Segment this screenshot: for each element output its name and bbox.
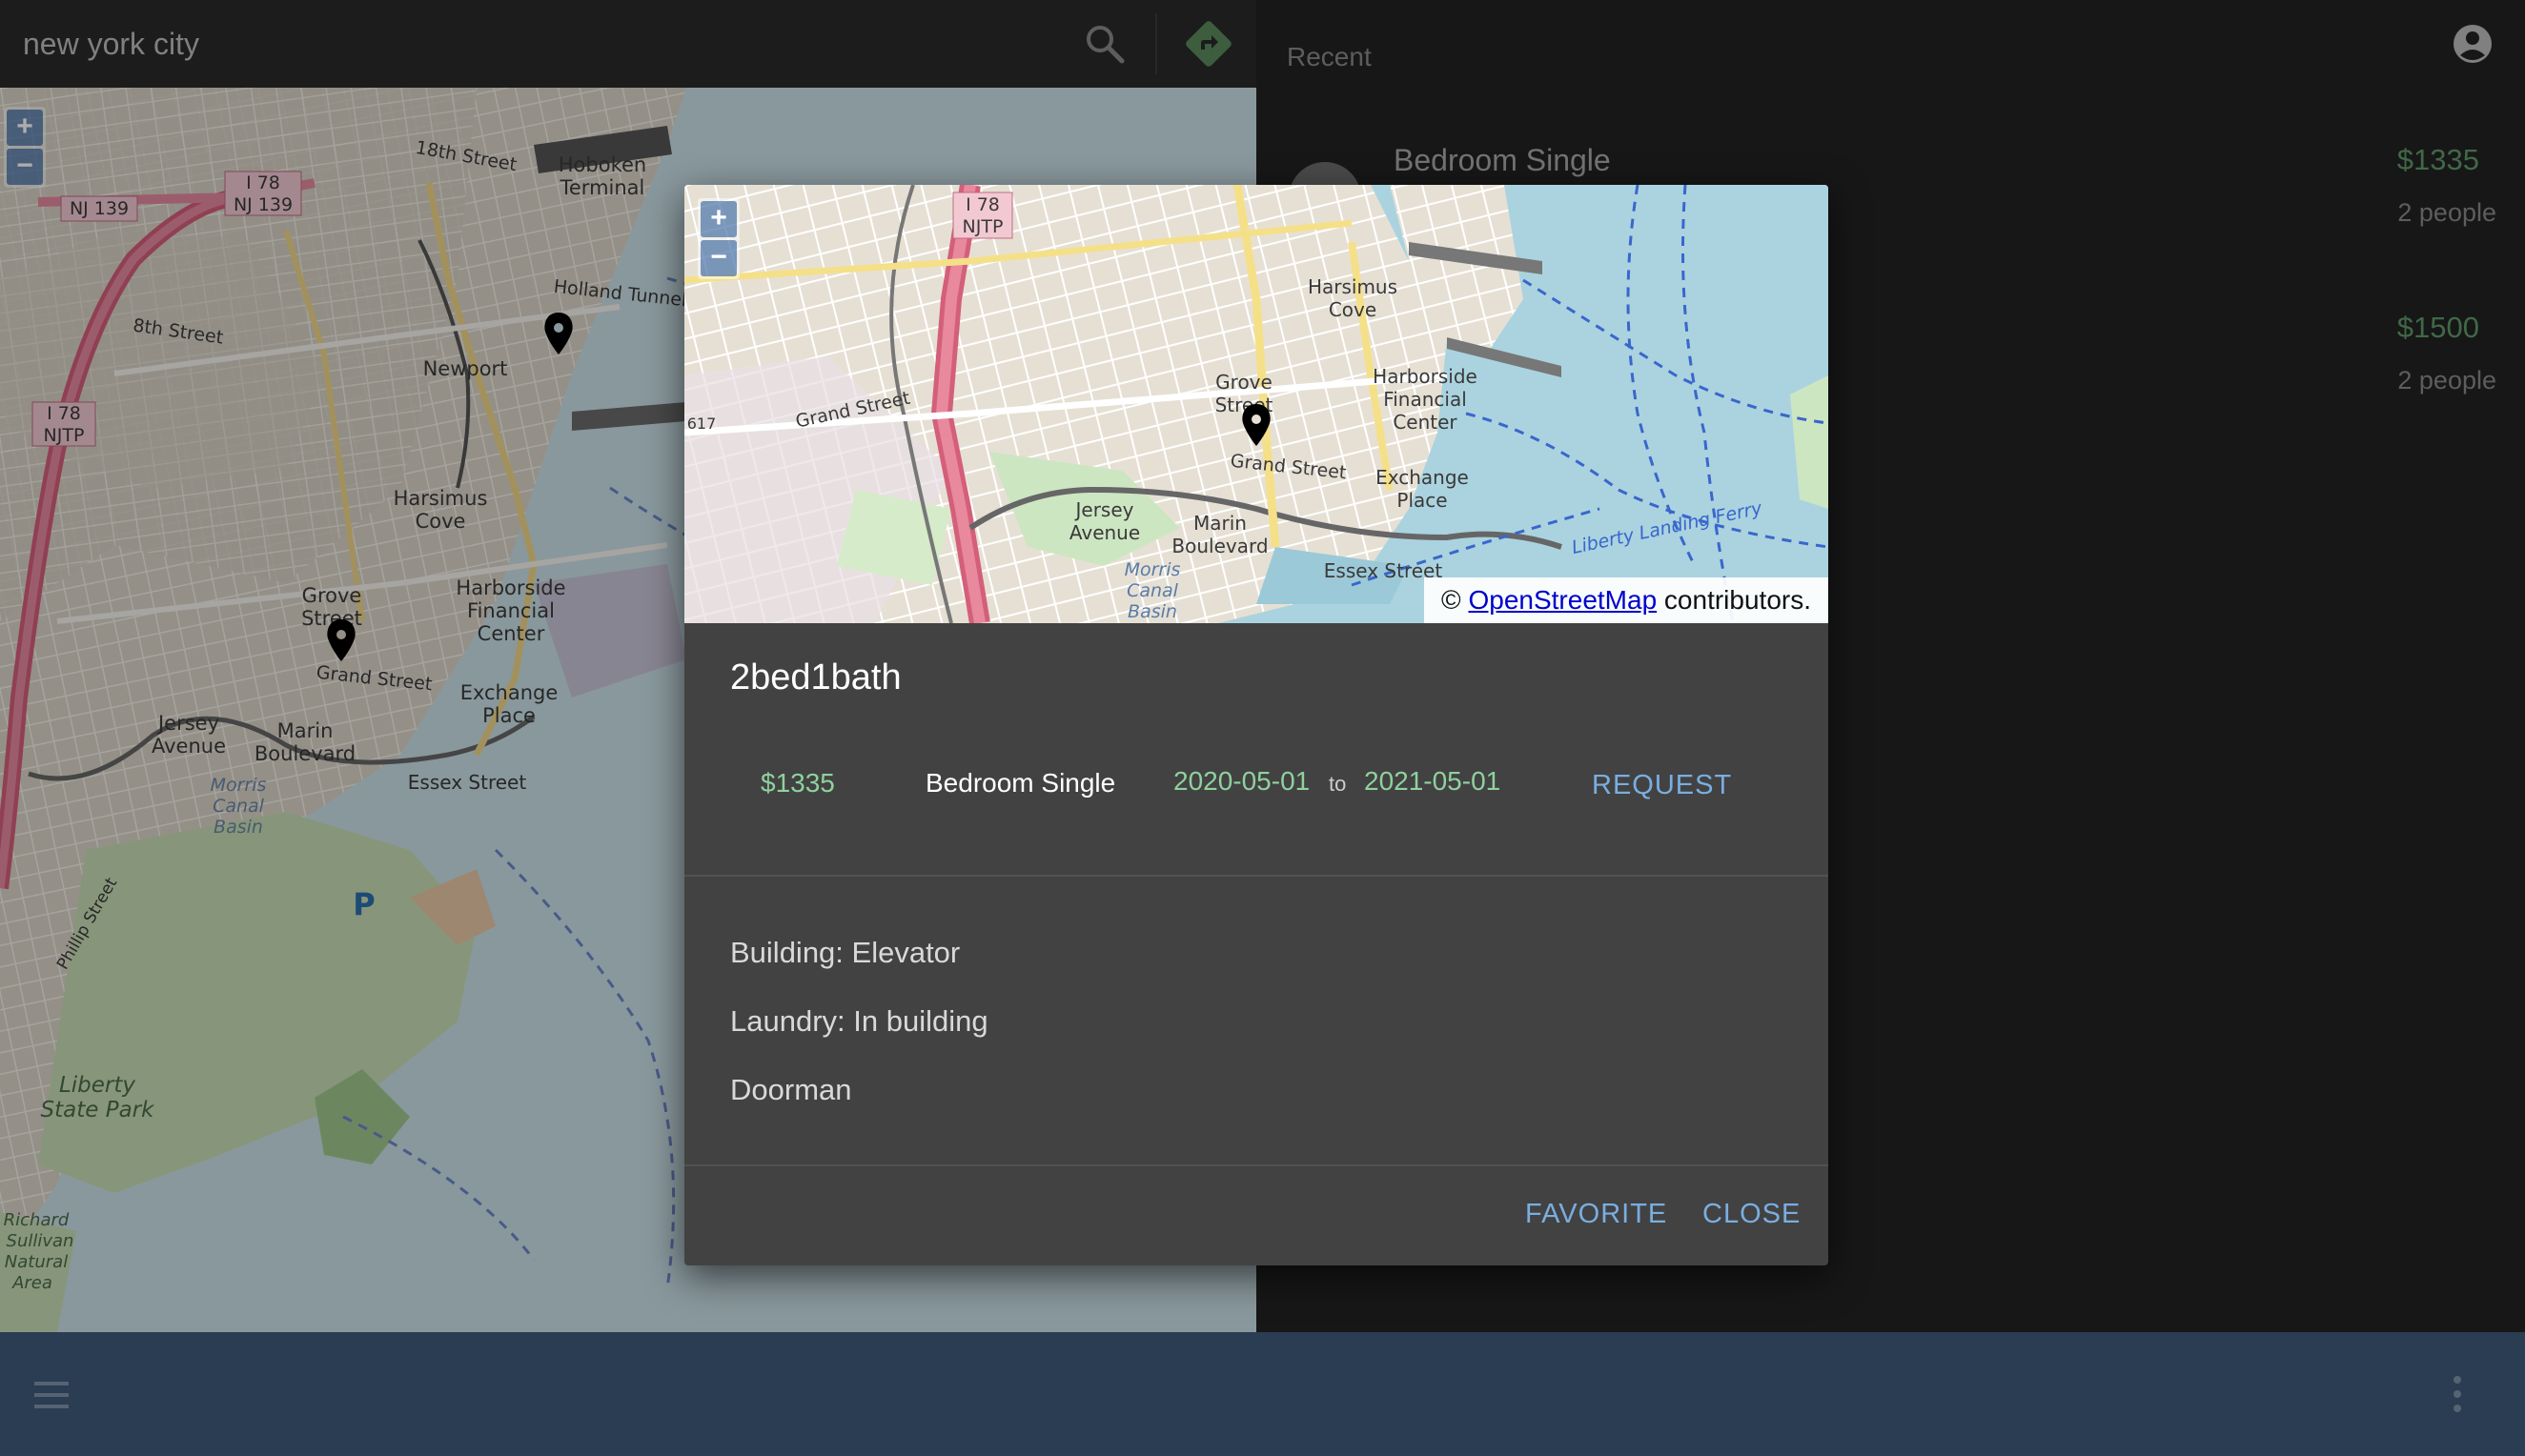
dialog-map-label: I 78: [966, 194, 1000, 215]
zoom-out-button[interactable]: −: [701, 240, 737, 276]
dialog-map-label: Marin: [1193, 512, 1247, 535]
dialog-zoom-controls: + −: [698, 198, 740, 279]
dialog-map-label: Place: [1396, 489, 1447, 512]
dialog-map-label: Avenue: [1069, 521, 1140, 544]
dialog-map-label: Harsimus: [1308, 275, 1397, 298]
dialog-map-label: 617: [687, 415, 717, 433]
dialog-map-label: Harborside: [1373, 365, 1477, 388]
divider: [684, 875, 1828, 877]
dialog-map-label: Basin: [1128, 601, 1177, 622]
dialog-map-label: Financial: [1383, 388, 1467, 411]
date-to: 2021-05-01: [1364, 766, 1501, 796]
feature-building: Building: Elevator: [730, 936, 961, 969]
attribution-prefix: ©: [1441, 585, 1469, 615]
date-from: 2020-05-01: [1173, 766, 1311, 796]
request-button[interactable]: REQUEST: [1580, 758, 1743, 812]
feature-doorman: Doorman: [730, 1073, 852, 1106]
dialog-map[interactable]: I 78 NJTP 617 Grand Street Harsimus Cove…: [684, 185, 1828, 623]
listing-price: $1335: [761, 768, 835, 798]
dialog-map-label: NJTP: [963, 216, 1004, 237]
dialog-map-canvas: I 78 NJTP 617 Grand Street Harsimus Cove…: [684, 185, 1828, 623]
dialog-map-label: Canal: [1127, 580, 1179, 601]
dialog-map-label: Jersey: [1074, 498, 1134, 521]
date-range-separator: to: [1329, 772, 1347, 796]
map-attribution: © OpenStreetMap contributors.: [1424, 577, 1828, 623]
dialog-map-label: Cove: [1329, 298, 1376, 321]
openstreetmap-link[interactable]: OpenStreetMap: [1468, 585, 1657, 615]
close-button[interactable]: CLOSE: [1691, 1185, 1812, 1243]
dialog-map-label: Boulevard: [1171, 535, 1268, 557]
feature-laundry: Laundry: In building: [730, 1004, 988, 1038]
listing-dialog: I 78 NJTP 617 Grand Street Harsimus Cove…: [684, 185, 1828, 1265]
dialog-map-label: Exchange: [1375, 466, 1469, 489]
attribution-suffix: contributors.: [1657, 585, 1811, 615]
dialog-title: 2bed1bath: [730, 657, 902, 698]
app-root: NJ 139 I 78 NJ 139 I 78 NJTP 18th Street…: [0, 0, 2525, 1456]
room-type: Bedroom Single: [926, 768, 1116, 798]
zoom-in-button[interactable]: +: [701, 201, 737, 237]
dialog-map-label: Grove: [1215, 371, 1273, 394]
dialog-map-label: Morris: [1125, 559, 1181, 580]
favorite-button[interactable]: FAVORITE: [1514, 1185, 1679, 1243]
dialog-actions: FAVORITE CLOSE: [684, 1166, 1828, 1265]
listing-row: $1335 Bedroom Single 2020-05-01 to 2021-…: [684, 758, 1828, 812]
dialog-map-label: Center: [1393, 411, 1457, 434]
